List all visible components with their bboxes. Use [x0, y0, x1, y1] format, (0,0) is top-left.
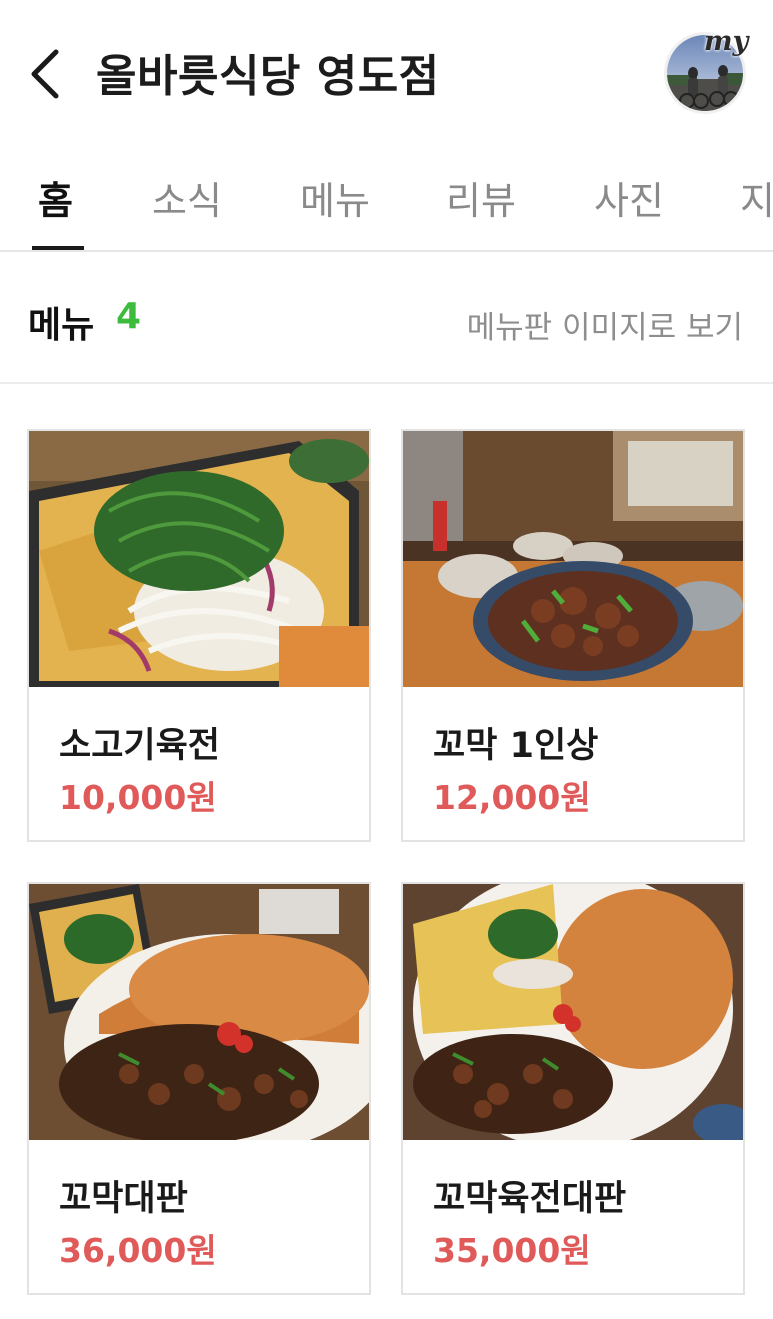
app-header: 올바릇식당 영도점 my [0, 0, 773, 140]
menu-card[interactable]: 꼬막육전대판 35,000원 [401, 882, 745, 1295]
menu-card[interactable]: 소고기육전 10,000원 [27, 429, 371, 842]
menu-item-price: 10,000원 [59, 778, 217, 817]
section-title: 메뉴 [28, 305, 95, 346]
tab-news[interactable]: 소식 [152, 170, 222, 225]
menu-card[interactable]: 꼬막 1인상 12,000원 [401, 429, 745, 842]
menu-item-name: 소고기육전 [59, 726, 221, 766]
my-badge: my [704, 26, 749, 57]
menu-card[interactable]: 꼬막대판 36,000원 [27, 882, 371, 1295]
tab-home[interactable]: 홈 [38, 170, 73, 225]
menu-item-name: 꼬막대판 [59, 1179, 188, 1219]
menu-item-name: 꼬막육전대판 [433, 1179, 627, 1219]
menu-item-price: 35,000원 [433, 1231, 591, 1270]
back-button[interactable] [22, 44, 66, 104]
menu-item-image [29, 884, 369, 1140]
tab-reviews[interactable]: 리뷰 [446, 170, 516, 225]
menu-section-header: 메뉴 4 메뉴판 이미지로 보기 [0, 254, 773, 384]
tab-photos[interactable]: 사진 [594, 170, 664, 225]
tab-map[interactable]: 지 [740, 170, 773, 225]
active-tab-indicator [32, 246, 84, 250]
menu-item-image [403, 884, 743, 1140]
tab-bar: 홈 소식 메뉴 리뷰 사진 지 [0, 140, 773, 252]
menu-item-price: 36,000원 [59, 1231, 217, 1270]
tab-menu[interactable]: 메뉴 [300, 170, 370, 225]
page-title: 올바릇식당 영도점 [96, 51, 440, 102]
menu-item-image [29, 431, 369, 687]
menu-item-price: 12,000원 [433, 778, 591, 817]
view-menu-image-link[interactable]: 메뉴판 이미지로 보기 [467, 302, 743, 347]
menu-item-name: 꼬막 1인상 [433, 726, 599, 766]
chevron-left-icon [31, 49, 59, 99]
menu-item-image [403, 431, 743, 687]
menu-count: 4 [116, 296, 142, 337]
